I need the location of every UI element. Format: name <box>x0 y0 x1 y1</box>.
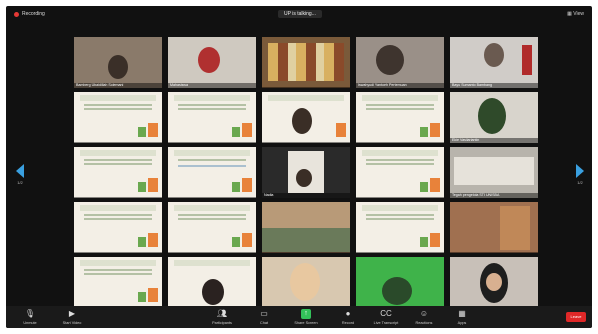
participant-tile[interactable] <box>262 92 350 143</box>
participant-name <box>356 251 444 253</box>
reactions-label: Reactions <box>415 321 433 325</box>
start-video-label: Start Video <box>62 321 82 325</box>
participant-tile[interactable] <box>356 147 444 198</box>
participant-tile[interactable]: Iswahyudi Yantoeh Pertemuan <box>356 37 444 88</box>
microphone-muted-icon: 🎙︎ <box>24 309 36 318</box>
reactions-icon: ☺︎ <box>419 309 429 318</box>
participant-name <box>168 141 256 143</box>
arrow-right-icon <box>576 164 584 178</box>
participant-tile[interactable] <box>168 147 256 198</box>
participant-tile[interactable] <box>74 92 162 143</box>
participant-name: Bamberg Ubaidillah Solemani <box>74 82 162 88</box>
participants-button[interactable]: 👥︎ Participants <box>204 309 240 325</box>
active-speaker-label: UP is talking... <box>278 10 322 18</box>
participant-name: Ekie Vasiiariantin <box>450 137 538 143</box>
chat-button[interactable]: ▭ Chat <box>246 309 282 325</box>
live-transcript-button[interactable]: CC Live Transcript <box>368 309 404 325</box>
participant-name: Nadia <box>262 192 350 198</box>
start-video-button[interactable]: ▶︎ Start Video <box>54 309 90 325</box>
record-label: Record <box>341 321 355 325</box>
video-off-icon: ▶︎ <box>68 309 76 318</box>
view-button[interactable]: ▦ View <box>567 11 584 17</box>
participant-name: Bayu Sumanto Bambang <box>450 82 538 88</box>
participant-tile[interactable] <box>168 202 256 253</box>
participant-tile[interactable] <box>74 257 162 308</box>
participant-name <box>74 196 162 198</box>
share-screen-button[interactable]: ↑ Share Screen <box>288 309 324 325</box>
participant-tile[interactable]: Bamberg Ubaidillah Solemani <box>74 37 162 88</box>
participant-name <box>74 141 162 143</box>
participant-tile[interactable] <box>168 257 256 308</box>
transcript-icon: CC <box>380 309 392 318</box>
participant-tile[interactable] <box>74 202 162 253</box>
participant-name <box>356 141 444 143</box>
record-icon: ● <box>345 309 351 318</box>
arrow-left-icon <box>16 164 24 178</box>
record-button[interactable]: ● Record <box>330 309 366 325</box>
participant-tile[interactable] <box>356 202 444 253</box>
unmute-button[interactable]: 🎙︎ Unmute <box>12 309 48 325</box>
prev-page-button[interactable]: 1/2 <box>14 164 26 194</box>
participant-name <box>450 251 538 253</box>
participant-name <box>74 251 162 253</box>
reactions-button[interactable]: ☺︎ Reactions <box>406 309 442 325</box>
recording-indicator[interactable]: Recording <box>14 11 45 17</box>
live-transcript-label: Live Transcript <box>373 321 399 325</box>
share-screen-label: Share Screen <box>294 321 318 325</box>
meeting-toolbar: 🎙︎ Unmute ▶︎ Start Video 👥︎ Participants… <box>6 306 592 328</box>
top-bar: Recording UP is talking... ▦ View <box>6 6 592 22</box>
participant-name <box>262 251 350 253</box>
participant-name <box>168 196 256 198</box>
participant-name: Tegah pengelola STI UNISBA <box>450 192 538 198</box>
participant-name <box>262 141 350 143</box>
participant-tile[interactable] <box>262 202 350 253</box>
participant-tile[interactable]: Mahasiswa <box>168 37 256 88</box>
participant-tile[interactable] <box>356 257 444 308</box>
participant-name <box>168 251 256 253</box>
unmute-label: Unmute <box>23 321 37 325</box>
participant-tile[interactable]: Tegah pengelola STI UNISBA <box>450 147 538 198</box>
participant-name <box>262 86 350 88</box>
page-indicator-left: 1/2 <box>17 180 23 185</box>
share-screen-icon: ↑ <box>301 309 311 319</box>
participant-name: Iswahyudi Yantoeh Pertemuan <box>356 82 444 88</box>
apps-button[interactable]: ▦ Apps <box>444 309 480 325</box>
apps-label: Apps <box>457 321 467 325</box>
participant-name: Mahasiswa <box>168 82 256 88</box>
participant-tile[interactable] <box>74 147 162 198</box>
participant-tile[interactable] <box>356 92 444 143</box>
zoom-meeting-window: Recording UP is talking... ▦ View 1/2 1/… <box>6 6 592 328</box>
participant-tile[interactable]: Ekie Vasiiariantin <box>450 92 538 143</box>
participant-tile[interactable] <box>262 37 350 88</box>
chat-label: Chat <box>259 321 269 325</box>
page-indicator-right: 1/2 <box>577 180 583 185</box>
participant-tile[interactable] <box>262 257 350 308</box>
apps-icon: ▦ <box>458 309 466 318</box>
next-page-button[interactable]: 1/2 <box>574 164 586 194</box>
participants-label: Participants <box>212 321 232 325</box>
chat-icon: ▭ <box>260 309 268 318</box>
participant-tile[interactable]: Bayu Sumanto Bambang <box>450 37 538 88</box>
gallery-grid: Bamberg Ubaidillah Solemani Mahasiswa Is… <box>74 37 540 308</box>
participant-tile[interactable] <box>168 92 256 143</box>
view-label: View <box>573 11 584 17</box>
participant-tile[interactable] <box>450 257 538 308</box>
record-dot-icon <box>14 11 19 17</box>
participants-icon: 👥︎ <box>216 309 228 318</box>
recording-label: Recording <box>22 11 45 17</box>
participant-tile[interactable]: Nadia <box>262 147 350 198</box>
participant-tile[interactable] <box>450 202 538 253</box>
participant-name <box>356 196 444 198</box>
end-meeting-button[interactable]: Leave <box>566 312 586 322</box>
